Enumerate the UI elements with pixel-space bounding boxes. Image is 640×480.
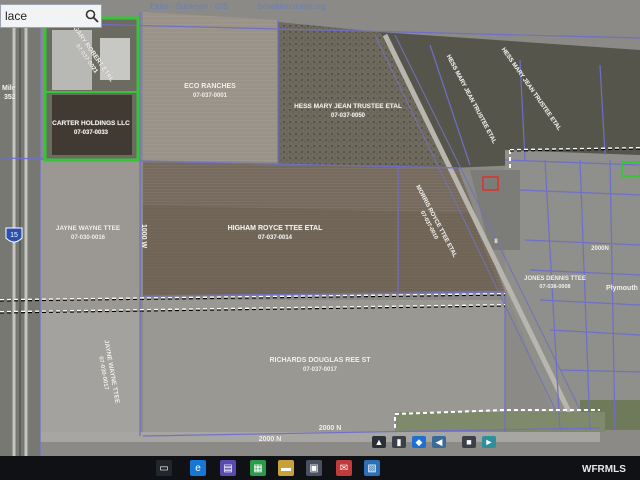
photos-icon[interactable]: ▧ bbox=[364, 460, 380, 476]
mile-number-label: 352 bbox=[4, 94, 16, 101]
svg-text:07-037-0014: 07-037-0014 bbox=[258, 235, 293, 241]
mail-icon[interactable]: ✉ bbox=[336, 460, 352, 476]
folder-icon[interactable]: ▬ bbox=[278, 460, 294, 476]
svg-text:HESS MARY JEAN TRUSTEE ETAL: HESS MARY JEAN TRUSTEE ETAL bbox=[294, 103, 402, 110]
mile-marker-label: Mile bbox=[2, 85, 16, 92]
header-title: Elder - Surveyor - GIS bbox=[150, 2, 229, 11]
interstate-shield: 15 bbox=[5, 227, 23, 243]
svg-text:ECO RANCHES: ECO RANCHES bbox=[184, 83, 236, 90]
svg-text:RICHARDS DOUGLAS REE ST: RICHARDS DOUGLAS REE ST bbox=[269, 357, 371, 364]
watermark: WFRMLS bbox=[582, 464, 626, 475]
search-icon bbox=[85, 9, 99, 23]
lock-icon[interactable]: ▣ bbox=[306, 460, 322, 476]
store-icon[interactable]: ▤ bbox=[220, 460, 236, 476]
network-icon[interactable]: ▮ bbox=[392, 436, 406, 448]
keyboard-icon[interactable]: ► bbox=[482, 436, 496, 448]
header-site[interactable]: boxeldercounty.org bbox=[258, 2, 325, 11]
town-label: Plymouth bbox=[606, 285, 638, 292]
task-view-icon[interactable]: ▭ bbox=[156, 460, 172, 476]
message-icon[interactable]: ■ bbox=[462, 436, 476, 448]
search-bar bbox=[0, 4, 102, 28]
svg-text:07-038-0008: 07-038-0008 bbox=[539, 284, 570, 290]
system-tray: ▲ ▮ ◆ ◀ ■ ► bbox=[368, 432, 518, 454]
road-label: 2000 N bbox=[319, 425, 342, 432]
screen: 15 Mile 352 GARY ROBERT ETAL 07-037-0021… bbox=[0, 0, 640, 480]
svg-text:HIGHAM ROYCE TTEE ETAL: HIGHAM ROYCE TTEE ETAL bbox=[228, 225, 323, 232]
svg-text:07-037-0001: 07-037-0001 bbox=[193, 93, 228, 99]
up-arrow-icon[interactable]: ▲ bbox=[372, 436, 386, 448]
taskbar: ▭ e ▤ ▦ ▬ ▣ ✉ ▧ bbox=[0, 456, 640, 480]
road-label: 2000 N bbox=[259, 436, 282, 443]
calculator-icon[interactable]: ▦ bbox=[250, 460, 266, 476]
search-button[interactable] bbox=[83, 5, 101, 27]
svg-text:07-037-0033: 07-037-0033 bbox=[74, 130, 109, 136]
edge-icon[interactable]: e bbox=[190, 460, 206, 476]
parcel-area bbox=[143, 205, 500, 296]
search-input[interactable] bbox=[1, 9, 83, 23]
road-label: 1000 W bbox=[140, 224, 147, 249]
svg-text:07-037-0017: 07-037-0017 bbox=[303, 367, 338, 373]
dropbox-icon[interactable]: ◆ bbox=[412, 436, 426, 448]
parcel-area bbox=[40, 312, 140, 440]
svg-text:07-030-0016: 07-030-0016 bbox=[71, 235, 106, 241]
road-label: 2000N bbox=[591, 246, 609, 252]
svg-text:JAYNE WAYNE TTEE: JAYNE WAYNE TTEE bbox=[56, 225, 121, 232]
svg-text:JONES DENNIS TTEE: JONES DENNIS TTEE bbox=[524, 276, 586, 282]
interstate-number: 15 bbox=[10, 232, 18, 239]
svg-text:07-037-0050: 07-037-0050 bbox=[331, 113, 366, 119]
parcel-map[interactable]: 15 Mile 352 GARY ROBERT ETAL 07-037-0021… bbox=[0, 0, 640, 480]
svg-text:CARTER HOLDINGS LLC: CARTER HOLDINGS LLC bbox=[52, 120, 130, 127]
volume-icon[interactable]: ◀ bbox=[432, 436, 446, 448]
